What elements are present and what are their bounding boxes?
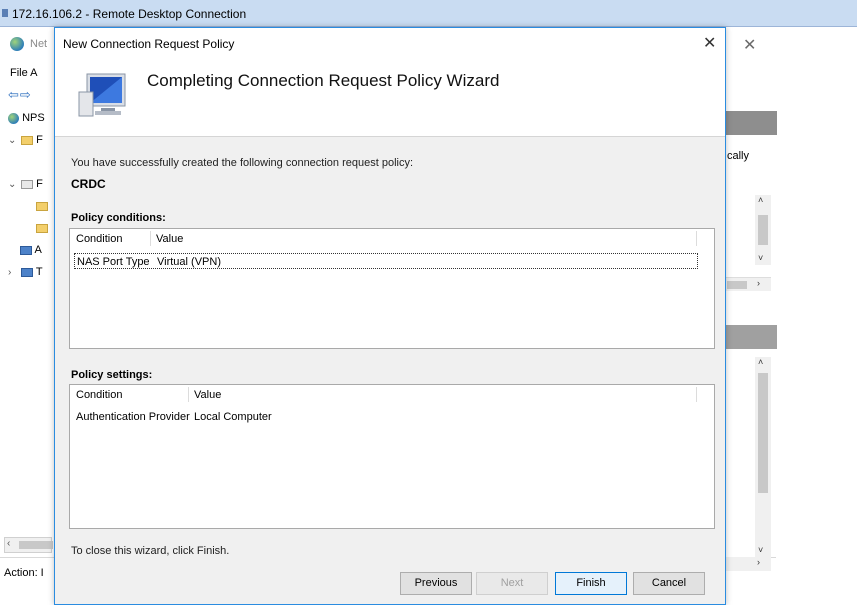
next-button[interactable]: Next <box>476 572 548 595</box>
column-header-condition[interactable]: Condition <box>76 233 122 245</box>
scroll-right-icon[interactable]: › <box>757 278 760 288</box>
scroll-thumb[interactable] <box>758 373 768 493</box>
nps-globe-icon <box>10 37 24 51</box>
nps-menu-bar[interactable]: File A <box>10 67 38 79</box>
close-hint-text: To close this wizard, click Finish. <box>71 545 230 557</box>
expand-chevron-icon[interactable]: ⌄ <box>8 179 18 190</box>
details-header-bar-2 <box>725 325 777 349</box>
tree-item-blank <box>8 156 53 168</box>
nps-console-title: Net <box>30 38 48 50</box>
scroll-down-icon[interactable]: ˅ <box>758 545 763 555</box>
wizard-computer-icon <box>78 73 126 117</box>
nps-tree: NPS ⌄ F ⌄ F A › T <box>8 112 53 288</box>
policy-name: CRDC <box>71 177 106 191</box>
tree-item-sub-2[interactable] <box>8 222 53 234</box>
scroll-left-icon[interactable]: ‹ <box>7 538 10 549</box>
wizard-heading: Completing Connection Request Policy Wiz… <box>147 71 500 90</box>
scroll-thumb[interactable] <box>727 281 747 289</box>
details-horizontal-scrollbar-2[interactable]: › <box>725 557 771 571</box>
nav-back-forward-icon[interactable]: ⇦⇨ <box>8 87 32 103</box>
close-icon[interactable]: ✕ <box>703 33 716 53</box>
tree-horizontal-scrollbar[interactable]: ‹ <box>4 537 53 553</box>
column-separator[interactable] <box>188 387 189 402</box>
column-header-value[interactable]: Value <box>156 233 183 245</box>
list-header: Condition Value <box>70 229 714 249</box>
screen: 172.16.106.2 - Remote Desktop Connection… <box>0 0 857 605</box>
condition-cell: Authentication Provider <box>76 411 190 423</box>
tree-item-accounting[interactable]: A <box>8 244 53 256</box>
tree-item-templates[interactable]: › T <box>8 266 53 278</box>
previous-button[interactable]: Previous <box>400 572 472 595</box>
policy-settings-label: Policy settings: <box>71 369 153 381</box>
accounting-icon <box>20 245 32 255</box>
folder-icon <box>36 201 48 211</box>
cancel-button[interactable]: Cancel <box>633 572 705 595</box>
nps-root-icon <box>8 112 19 124</box>
tree-item-sub-1[interactable] <box>8 200 53 212</box>
remote-desktop-titlebar: 172.16.106.2 - Remote Desktop Connection <box>0 0 857 27</box>
scroll-thumb[interactable] <box>19 541 53 549</box>
table-row[interactable]: NAS Port Type Virtual (VPN) <box>74 253 698 269</box>
scroll-right-icon[interactable]: › <box>757 557 760 567</box>
intro-text: You have successfully created the follow… <box>71 157 414 169</box>
remote-desktop-title: 172.16.106.2 - Remote Desktop Connection <box>12 7 247 21</box>
value-cell: Virtual (VPN) <box>157 256 221 268</box>
tree-item-folder-1[interactable]: ⌄ F <box>8 134 53 146</box>
scroll-up-icon[interactable]: ˄ <box>758 195 763 205</box>
wizard-dialog: New Connection Request Policy ✕ Completi… <box>54 27 726 605</box>
expand-chevron-icon[interactable]: ⌄ <box>8 135 18 146</box>
column-separator[interactable] <box>696 231 697 246</box>
details-pane-edge: cally ˄ ˅ › ˄ ˅ › <box>725 87 777 571</box>
expand-arrow-icon[interactable]: › <box>8 267 18 278</box>
condition-cell: NAS Port Type <box>77 256 150 268</box>
scroll-up-icon[interactable]: ˄ <box>758 357 763 367</box>
scroll-thumb[interactable] <box>758 215 768 245</box>
details-horizontal-scrollbar[interactable]: › <box>725 277 771 291</box>
column-separator[interactable] <box>150 231 151 246</box>
remote-desktop-icon <box>2 9 8 17</box>
tree-item-nps[interactable]: NPS <box>8 112 53 124</box>
tree-item-folder-2[interactable]: ⌄ F <box>8 178 53 190</box>
folder-icon <box>21 135 34 145</box>
details-vertical-scrollbar[interactable]: ˄ ˅ <box>755 195 771 265</box>
table-row[interactable]: Authentication Provider Local Computer <box>70 409 714 425</box>
policy-settings-list[interactable]: Condition Value Authentication Provider … <box>69 384 715 529</box>
scroll-down-icon[interactable]: ˅ <box>758 253 763 263</box>
value-cell: Local Computer <box>194 411 272 423</box>
details-vertical-scrollbar-2[interactable]: ˄ ˅ <box>755 357 771 567</box>
policy-icon <box>21 179 34 189</box>
policy-conditions-list[interactable]: Condition Value NAS Port Type Virtual (V… <box>69 228 715 349</box>
details-text: cally <box>727 150 750 162</box>
policy-conditions-label: Policy conditions: <box>71 212 166 224</box>
details-header-bar <box>725 111 777 135</box>
list-header: Condition Value <box>70 385 714 405</box>
nps-close-icon[interactable]: ✕ <box>743 35 756 55</box>
wizard-body: You have successfully created the follow… <box>55 136 725 604</box>
column-header-value[interactable]: Value <box>194 389 221 401</box>
finish-button[interactable]: Finish <box>555 572 627 595</box>
column-separator[interactable] <box>696 387 697 402</box>
dialog-title: New Connection Request Policy <box>63 37 235 51</box>
folder-icon <box>36 223 48 233</box>
templates-icon <box>21 267 34 277</box>
column-header-condition[interactable]: Condition <box>76 389 122 401</box>
status-bar-text: Action: I <box>4 567 44 579</box>
